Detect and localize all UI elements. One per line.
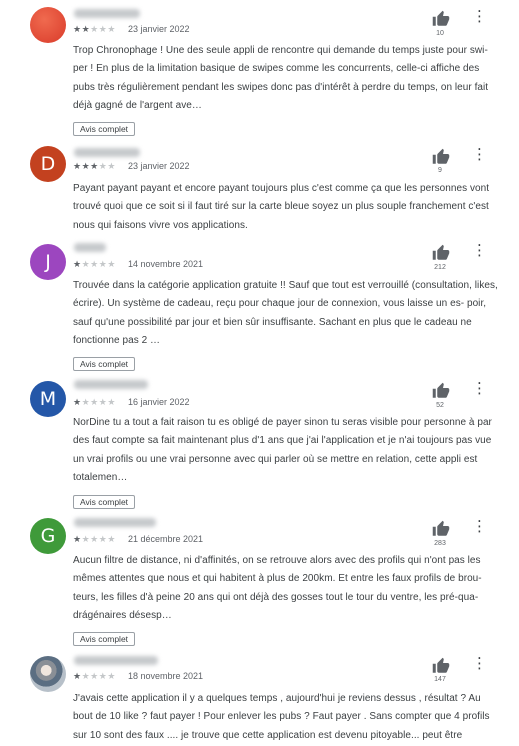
star-empty-icon: ★	[107, 25, 116, 35]
rating-stars: ★★★★★	[73, 25, 116, 35]
star-filled-icon: ★	[73, 260, 82, 270]
star-empty-icon: ★	[81, 672, 91, 682]
helpful-count: 10	[436, 30, 444, 37]
helpful-count: 212	[434, 264, 446, 271]
full-review-button[interactable]: Avis complet	[73, 495, 136, 509]
thumbs-up-icon[interactable]	[431, 10, 451, 28]
star-empty-icon: ★	[81, 535, 91, 545]
more-options-icon[interactable]: ⋮	[472, 242, 487, 258]
star-empty-icon: ★	[81, 260, 91, 270]
star-filled-icon: ★	[73, 25, 82, 35]
star-empty-icon: ★	[90, 398, 99, 408]
rating-stars: ★★★★★	[73, 260, 116, 270]
reviewer-avatar: G	[30, 518, 66, 554]
full-review-button[interactable]: Avis complet	[73, 632, 136, 646]
thumbs-up-icon[interactable]	[431, 148, 451, 166]
star-filled-icon: ★	[81, 25, 91, 35]
helpful-count: 9	[438, 167, 442, 174]
thumbs-up-icon[interactable]	[431, 382, 451, 400]
star-empty-icon: ★	[90, 535, 99, 545]
more-options-icon[interactable]: ⋮	[472, 380, 487, 396]
star-empty-icon: ★	[90, 672, 99, 682]
star-empty-icon: ★	[90, 260, 99, 270]
star-empty-icon: ★	[107, 260, 116, 270]
review-date: 16 janvier 2022	[128, 397, 190, 407]
reviewer-name-blurred	[74, 243, 106, 252]
reviewer-avatar: J	[30, 244, 66, 280]
review-date: 21 décembre 2021	[128, 534, 204, 544]
more-options-icon[interactable]: ⋮	[472, 655, 487, 671]
thumbs-up-icon[interactable]	[431, 657, 451, 675]
more-options-icon[interactable]: ⋮	[472, 146, 487, 162]
review-text: Trouvée dans la catégorie application gr…	[73, 280, 498, 347]
reviewer-avatar: D	[30, 146, 66, 182]
review-date: 18 novembre 2021	[128, 671, 204, 681]
reviewer-name-blurred	[74, 148, 140, 157]
thumbs-up-icon[interactable]	[431, 520, 451, 538]
reviewer-name-blurred	[74, 518, 156, 527]
helpful-count: 52	[436, 402, 444, 409]
reviewer-name-blurred	[74, 380, 148, 389]
full-review-button[interactable]: Avis complet	[73, 357, 136, 371]
star-filled-icon: ★	[73, 162, 82, 172]
full-review-button[interactable]: Avis complet	[73, 122, 136, 136]
star-empty-icon: ★	[81, 398, 91, 408]
helpful-count: 147	[434, 676, 446, 683]
reviewer-avatar: M	[30, 381, 66, 417]
star-filled-icon: ★	[73, 672, 82, 682]
star-filled-icon: ★	[90, 162, 99, 172]
star-empty-icon: ★	[107, 398, 116, 408]
star-filled-icon: ★	[81, 162, 91, 172]
rating-stars: ★★★★★	[73, 398, 116, 408]
review-date: 14 novembre 2021	[128, 259, 204, 269]
more-options-icon[interactable]: ⋮	[472, 518, 487, 534]
rating-stars: ★★★★★	[73, 162, 116, 172]
star-filled-icon: ★	[73, 535, 82, 545]
reviewer-avatar	[30, 7, 66, 43]
reviewer-name-blurred	[74, 9, 140, 18]
review-text: NorDine tu a tout a fait raison tu es ob…	[73, 417, 492, 484]
review-date: 23 janvier 2022	[128, 161, 190, 171]
review-text: Payant payant payant et encore payant to…	[73, 183, 490, 231]
reviewer-avatar	[30, 656, 66, 692]
review-date: 23 janvier 2022	[128, 24, 190, 34]
star-empty-icon: ★	[107, 162, 116, 172]
more-options-icon[interactable]: ⋮	[472, 8, 487, 24]
star-empty-icon: ★	[107, 672, 116, 682]
helpful-count: 283	[434, 540, 446, 547]
rating-stars: ★★★★★	[73, 535, 116, 545]
star-empty-icon: ★	[107, 535, 116, 545]
thumbs-up-icon[interactable]	[431, 244, 451, 262]
star-filled-icon: ★	[73, 398, 82, 408]
review-text: Aucun filtre de distance, ni d'affinités…	[73, 555, 482, 622]
rating-stars: ★★★★★	[73, 672, 116, 682]
review-text: Trop Chronophage ! Une des seule appli d…	[73, 45, 489, 112]
review-text: J'avais cette application il y a quelque…	[73, 693, 490, 741]
star-empty-icon: ★	[90, 25, 99, 35]
reviewer-name-blurred	[74, 656, 158, 665]
